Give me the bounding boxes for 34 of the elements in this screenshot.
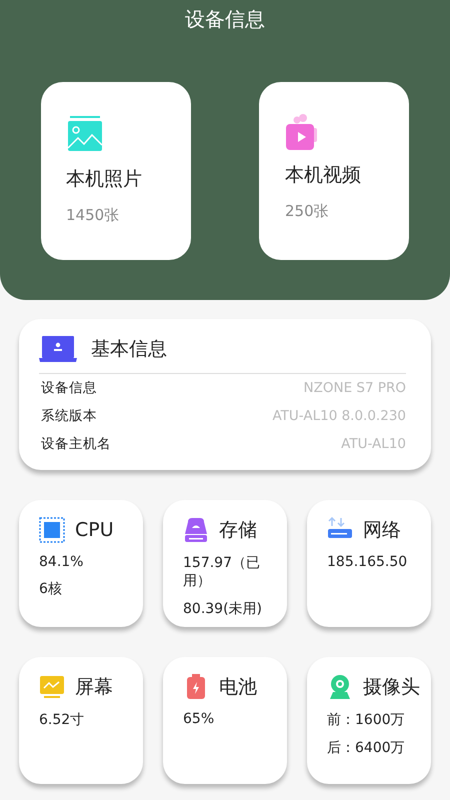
tile-title: 存储: [219, 518, 257, 543]
page-title: 设备信息: [185, 6, 265, 32]
webcam-icon: [327, 674, 353, 700]
tile-value: 后：6400万: [327, 739, 406, 757]
media-label: 本机照片: [66, 167, 143, 192]
tile-title: CPU: [75, 519, 114, 541]
tile-title: 摄像头: [363, 675, 420, 700]
monitor-icon: [39, 674, 65, 700]
card-title: 基本信息: [91, 337, 167, 362]
photo-icon: [66, 114, 104, 152]
tile-value: 80.39(未用): [183, 600, 264, 618]
tile-title: 电池: [219, 675, 257, 700]
tile-value: 前：1600万: [327, 711, 406, 729]
tile-value: 6.52寸: [39, 711, 86, 729]
drive-icon: [183, 517, 209, 543]
tile-value: 157.97（已用）: [183, 554, 261, 590]
tile-value: 6核: [39, 580, 63, 598]
tile-value: 185.165.50: [327, 554, 408, 570]
info-value: NZONE S7 PRO: [304, 380, 406, 396]
tile-value: 84.1%: [39, 554, 84, 570]
media-card[interactable]: 本机视频 250张: [259, 82, 409, 260]
chip-icon: [39, 517, 65, 543]
info-value: ATU-AL10: [341, 436, 406, 452]
tile-title: 网络: [363, 518, 401, 543]
media-count: 250张: [285, 202, 330, 221]
media-card[interactable]: 本机照片 1450张: [41, 82, 191, 260]
info-label: 系统版本: [41, 407, 97, 425]
info-label: 设备主机名: [41, 435, 111, 453]
media-count: 1450张: [66, 206, 120, 225]
info-value: ATU-AL10 8.0.0.230: [272, 408, 406, 424]
tile-title: 屏幕: [75, 675, 113, 700]
tile-value: 65%: [183, 711, 216, 727]
media-label: 本机视频: [285, 163, 362, 188]
info-label: 设备信息: [41, 379, 97, 397]
